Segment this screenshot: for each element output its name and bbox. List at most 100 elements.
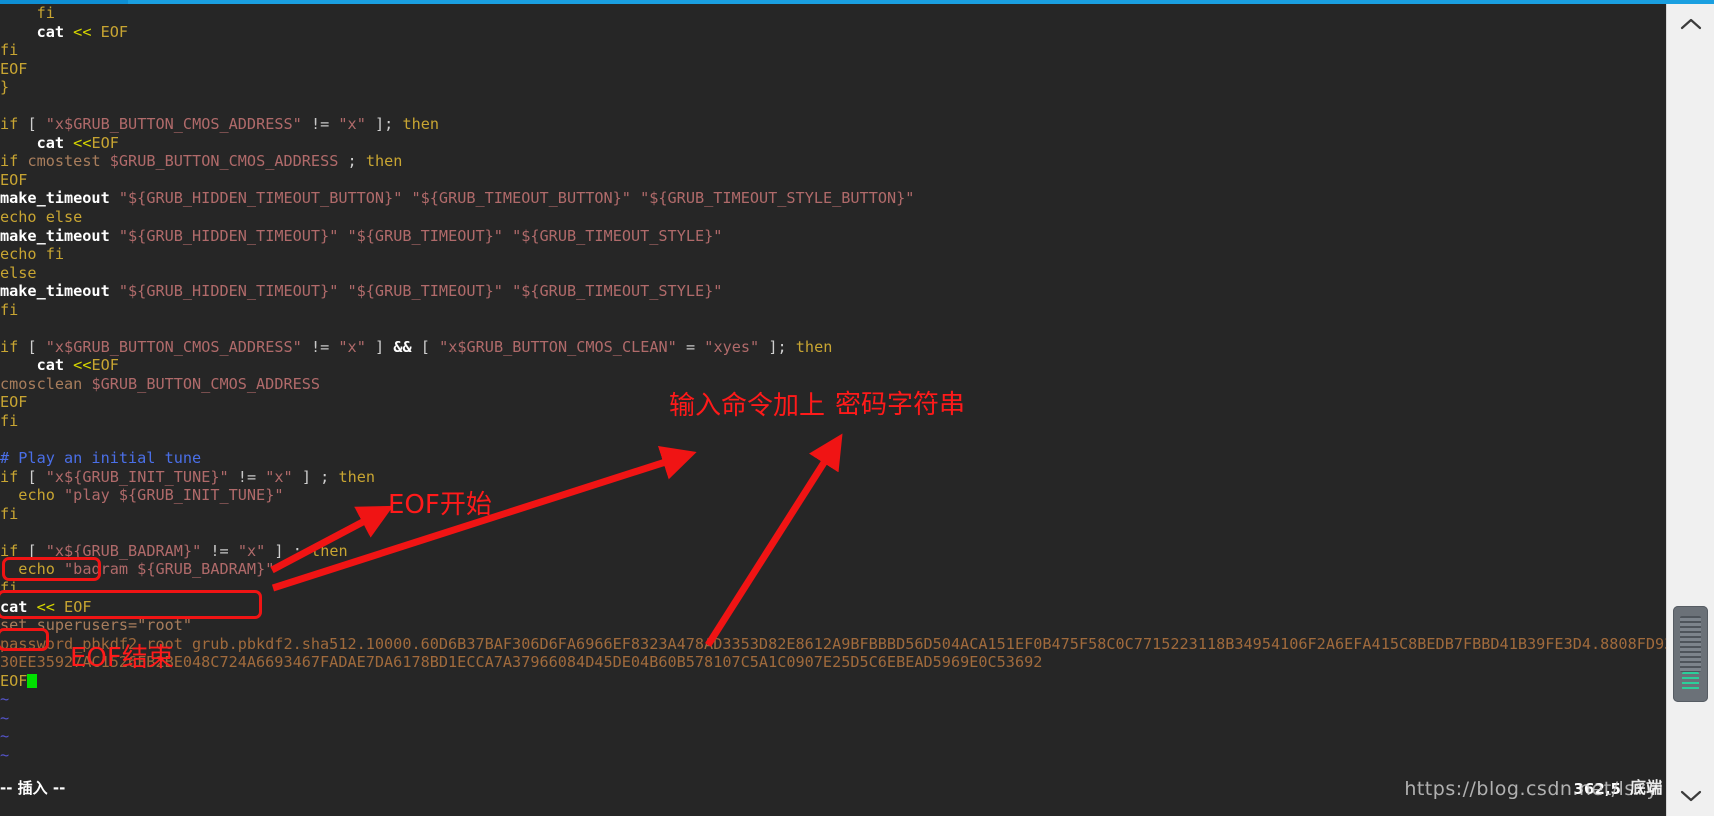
code-token: fi: [36, 4, 55, 22]
code-line: password_pbkdf2 root grub.pbkdf2.sha512.…: [0, 635, 1667, 654]
code-token: [: [420, 337, 430, 356]
code-line: EOF: [0, 60, 1667, 79]
code-line: ~: [0, 727, 1667, 746]
code-line: EOF: [0, 171, 1667, 190]
code-token: ~: [0, 690, 10, 709]
code-line: EOF: [0, 672, 1667, 691]
code-token: if: [0, 152, 19, 171]
code-token: cat: [36, 133, 65, 152]
code-line: make_timeout "${GRUB_HIDDEN_TIMEOUT}" "$…: [0, 282, 1667, 301]
code-token: cat: [36, 356, 65, 375]
code-token: then: [311, 541, 348, 560]
code-token: "x": [265, 467, 293, 486]
code-token: ;: [347, 152, 357, 171]
code-token: make_timeout: [0, 282, 110, 301]
code-token: "x$GRUB_BUTTON_CMOS_CLEAN": [439, 337, 677, 356]
code-token: if: [0, 467, 19, 486]
code-token: cmostest: [27, 152, 101, 171]
editor-code-area[interactable]: fi cat << EOF fi EOF} if [ "x$GRUB_BUTTON_…: [0, 4, 1667, 764]
scrollbar-track[interactable]: [1667, 44, 1714, 776]
code-line: cmosclean $GRUB_BUTTON_CMOS_ADDRESS: [0, 375, 1667, 394]
code-line: EOF: [0, 393, 1667, 412]
vertical-scrollbar[interactable]: [1666, 4, 1714, 816]
code-token: "${GRUB_HIDDEN_TIMEOUT_BUTTON}": [118, 189, 403, 208]
code-token: EOF: [0, 393, 28, 412]
code-token: ~: [0, 708, 10, 727]
code-token: echo: [18, 486, 55, 505]
code-token: then: [795, 337, 833, 356]
code-line: if [ "x${GRUB_INIT_TUNE}" != "x" ] ; the…: [0, 468, 1667, 487]
code-token: "${GRUB_TIMEOUT_STYLE}": [512, 226, 723, 245]
code-token: "x": [338, 115, 366, 134]
chevron-up-icon[interactable]: [1667, 4, 1714, 44]
code-token: "play ${GRUB_INIT_TUNE}": [64, 486, 284, 505]
code-token: if: [0, 115, 19, 134]
code-line: make_timeout "${GRUB_HIDDEN_TIMEOUT_BUTT…: [0, 189, 1667, 208]
code-line: cat <<EOF: [0, 356, 1667, 375]
code-line: if cmostest $GRUB_BUTTON_CMOS_ADDRESS ; …: [0, 152, 1667, 171]
code-token: fi: [0, 412, 19, 431]
code-token: "${GRUB_TIMEOUT}": [347, 282, 503, 301]
scrollbar-thumb[interactable]: [1673, 606, 1708, 702]
code-token: then: [338, 467, 376, 486]
code-token: cat: [0, 597, 28, 616]
terminal-surface[interactable]: fi cat << EOF fi EOF} if [ "x$GRUB_BUTTON_…: [0, 4, 1667, 816]
code-token: "x": [237, 541, 266, 560]
code-line: echo fi: [0, 245, 1667, 264]
code-token: "x${GRUB_BADRAM}": [45, 541, 202, 560]
code-line: }: [0, 78, 1667, 97]
code-token: EOF: [64, 597, 92, 616]
code-token: EOF: [100, 22, 129, 41]
code-token: ~: [0, 745, 10, 764]
code-line: echo "badram ${GRUB_BADRAM}": [0, 560, 1667, 579]
scrollbar-thumb-grip: [1680, 616, 1701, 672]
code-token: "x$GRUB_BUTTON_CMOS_ADDRESS": [45, 337, 302, 356]
code-token: fi: [0, 578, 19, 597]
vim-status-line: -- 插入 --: [0, 779, 66, 797]
code-token: [: [27, 541, 37, 560]
code-token: EOF: [0, 170, 28, 189]
annotation-label-eof-end: EOF结束: [70, 643, 174, 673]
code-line: ~: [0, 690, 1667, 709]
code-token: fi: [0, 504, 19, 523]
code-token: fi: [0, 41, 19, 60]
code-token: <<: [36, 597, 55, 616]
code-token: "${GRUB_TIMEOUT_BUTTON}": [411, 189, 631, 208]
code-token: cmosclean: [0, 374, 83, 393]
code-line: # Play an initial tune: [0, 449, 1667, 468]
code-token: "badram ${GRUB_BADRAM}": [64, 560, 275, 579]
chevron-down-icon[interactable]: [1667, 776, 1714, 816]
code-token: "${GRUB_HIDDEN_TIMEOUT}": [118, 226, 339, 245]
code-token: make_timeout: [0, 226, 110, 245]
scrollbar-thumb-grip-accent: [1682, 672, 1699, 690]
